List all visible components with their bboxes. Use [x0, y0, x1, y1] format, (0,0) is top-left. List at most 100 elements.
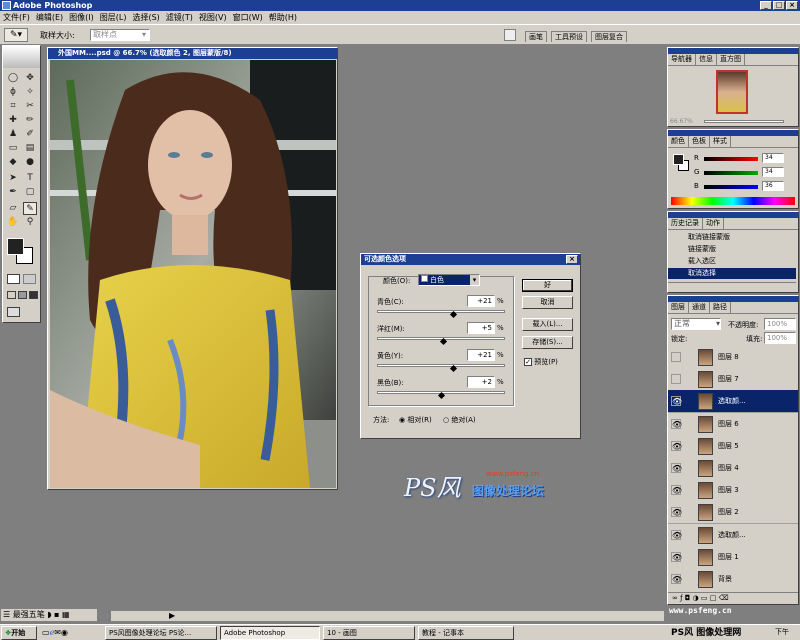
cancel-button[interactable]: 取消	[522, 296, 573, 309]
crop-tool-icon[interactable]: ⌗	[6, 100, 20, 113]
navigator-zoom-slider[interactable]	[704, 120, 784, 123]
layer-row[interactable]: 👁 背景	[668, 568, 798, 590]
color-b-value[interactable]: 36	[762, 181, 784, 191]
color-b-slider[interactable]	[704, 185, 758, 189]
visibility-eye-icon[interactable]	[671, 352, 681, 362]
quick-mask-mode-icon[interactable]	[23, 274, 36, 284]
visibility-eye-icon[interactable]: 👁	[671, 485, 682, 496]
layer-style-icon[interactable]: ƒ	[680, 594, 682, 602]
color-r-slider[interactable]	[704, 157, 758, 161]
fill-field[interactable]: 100%	[764, 332, 796, 344]
outlook-icon[interactable]: ✉	[54, 628, 61, 637]
shape-tool-icon[interactable]: ▢	[23, 186, 37, 199]
slider-track[interactable]	[377, 310, 505, 313]
navigator-zoom[interactable]: 66.67%	[670, 118, 693, 125]
menu-select[interactable]: 选择(S)	[129, 11, 162, 24]
tab-color[interactable]: 颜色	[668, 136, 689, 147]
trash-icon[interactable]: ⌫	[719, 594, 729, 602]
history-brush-tool-icon[interactable]: ✐	[23, 128, 37, 141]
tab-layers[interactable]: 图层	[668, 302, 689, 313]
load-button[interactable]: 载入(L)...	[522, 318, 573, 331]
layer-row[interactable]: 图层 7	[668, 368, 798, 392]
jump-to-imageready-icon[interactable]	[7, 307, 20, 317]
path-selection-tool-icon[interactable]: ➤	[6, 172, 20, 185]
history-item-selected[interactable]: 取消选择	[668, 268, 796, 279]
screen-mode-standard-icon[interactable]	[7, 291, 16, 299]
colors-select[interactable]: 白色 ▾	[418, 274, 480, 286]
visibility-eye-icon[interactable]: 👁	[671, 418, 682, 429]
history-item[interactable]: 载入选区	[668, 256, 796, 267]
menu-view[interactable]: 视图(V)	[196, 11, 230, 24]
start-button[interactable]: ❖开始	[1, 626, 37, 640]
visibility-eye-icon[interactable]: 👁	[671, 529, 682, 540]
layer-row[interactable]: 👁 图层 1	[668, 545, 798, 569]
layer-row[interactable]: 👁 图层 2	[668, 501, 798, 525]
layer-row[interactable]: 图层 8	[668, 346, 798, 369]
marquee-tool-icon[interactable]: ◯	[6, 72, 20, 85]
color-g-slider[interactable]	[704, 171, 758, 175]
stamp-tool-icon[interactable]: ♟	[6, 128, 20, 141]
zoom-tool-icon[interactable]: ⚲	[23, 216, 37, 229]
eyedropper-tool-icon[interactable]: ✎▾	[4, 28, 28, 42]
layer-row[interactable]: 👁 图层 4	[668, 457, 798, 480]
visibility-eye-icon[interactable]: 👁	[671, 396, 682, 407]
minimize-button[interactable]: _	[760, 1, 772, 10]
slider-value-field[interactable]: +21	[467, 295, 495, 307]
slider-track[interactable]	[377, 364, 505, 367]
visibility-eye-icon[interactable]: 👁	[671, 551, 682, 562]
media-icon[interactable]: ◉	[61, 628, 68, 637]
healing-brush-tool-icon[interactable]: ✚	[6, 114, 20, 127]
maximize-button[interactable]: □	[773, 1, 785, 10]
dodge-tool-icon[interactable]: ●	[23, 156, 37, 169]
save-button[interactable]: 存储(S)...	[522, 336, 573, 349]
tab-histogram[interactable]: 直方图	[717, 54, 745, 65]
type-tool-icon[interactable]: T	[23, 172, 37, 185]
layer-row[interactable]: 👁 图层 6	[668, 412, 798, 436]
task-browser[interactable]: PS风图像处理论坛 PS论...	[105, 626, 217, 640]
menu-file[interactable]: 文件(F)	[0, 11, 33, 24]
layer-row[interactable]: 👁 图层 5	[668, 434, 798, 458]
screen-mode-full-menu-icon[interactable]	[18, 291, 27, 299]
slider-value-field[interactable]: +21	[467, 349, 495, 361]
lasso-tool-icon[interactable]: ϕ	[6, 86, 20, 99]
method-relative-radio[interactable]: ◉ 相对(R)	[399, 415, 432, 425]
layer-mask-icon[interactable]: ◘	[685, 594, 691, 602]
ime-language-bar[interactable]: ☰ 最强五笔 ◗ ▪ ▦	[0, 608, 98, 622]
eyedropper-tool-button-icon[interactable]: ✎	[23, 202, 37, 215]
tab-brushes[interactable]: 画笔	[525, 31, 547, 42]
color-g-value[interactable]: 34	[762, 167, 784, 177]
link-layers-icon[interactable]: ∞	[672, 594, 678, 602]
opacity-field[interactable]: 100%	[764, 318, 796, 330]
standard-mode-icon[interactable]	[7, 274, 20, 284]
color-spectrum-bar[interactable]	[671, 197, 795, 205]
navigator-thumbnail[interactable]	[716, 70, 748, 114]
foreground-color-swatch[interactable]	[7, 238, 24, 255]
gradient-tool-icon[interactable]: ▤	[23, 142, 37, 155]
color-r-value[interactable]: 34	[762, 153, 784, 163]
visibility-eye-icon[interactable]: 👁	[671, 574, 682, 584]
tab-paths[interactable]: 路径	[710, 302, 731, 313]
document-canvas-photo[interactable]	[50, 60, 336, 488]
color-fg-swatch[interactable]	[673, 154, 684, 165]
tab-tool-presets[interactable]: 工具预设	[551, 31, 587, 42]
brush-tool-icon[interactable]: ✏	[23, 114, 37, 127]
slice-tool-icon[interactable]: ✂	[23, 100, 37, 113]
menu-filter[interactable]: 滤镜(T)	[163, 11, 196, 24]
visibility-eye-icon[interactable]: 👁	[671, 440, 682, 451]
notes-tool-icon[interactable]: ▱	[6, 202, 20, 215]
layer-row[interactable]: 👁 选取颜...	[668, 523, 798, 547]
tab-info[interactable]: 信息	[696, 54, 717, 65]
new-layer-icon[interactable]: □	[710, 594, 717, 602]
history-item[interactable]: 链接蒙版	[668, 244, 796, 255]
layer-row[interactable]: 👁 图层 3	[668, 479, 798, 503]
menu-window[interactable]: 窗口(W)	[230, 11, 266, 24]
visibility-eye-icon[interactable]: 👁	[671, 463, 682, 473]
move-tool-icon[interactable]: ✥	[23, 72, 37, 85]
method-absolute-radio[interactable]: ○ 绝对(A)	[443, 415, 476, 425]
tab-actions[interactable]: 动作	[703, 218, 724, 229]
sample-size-select[interactable]: 取样点 ▾	[90, 29, 150, 41]
blur-tool-icon[interactable]: ◆	[6, 156, 20, 169]
tab-styles[interactable]: 样式	[710, 136, 731, 147]
task-notepad[interactable]: 教程 - 记事本	[418, 626, 514, 640]
slider-value-field[interactable]: +5	[467, 322, 495, 334]
